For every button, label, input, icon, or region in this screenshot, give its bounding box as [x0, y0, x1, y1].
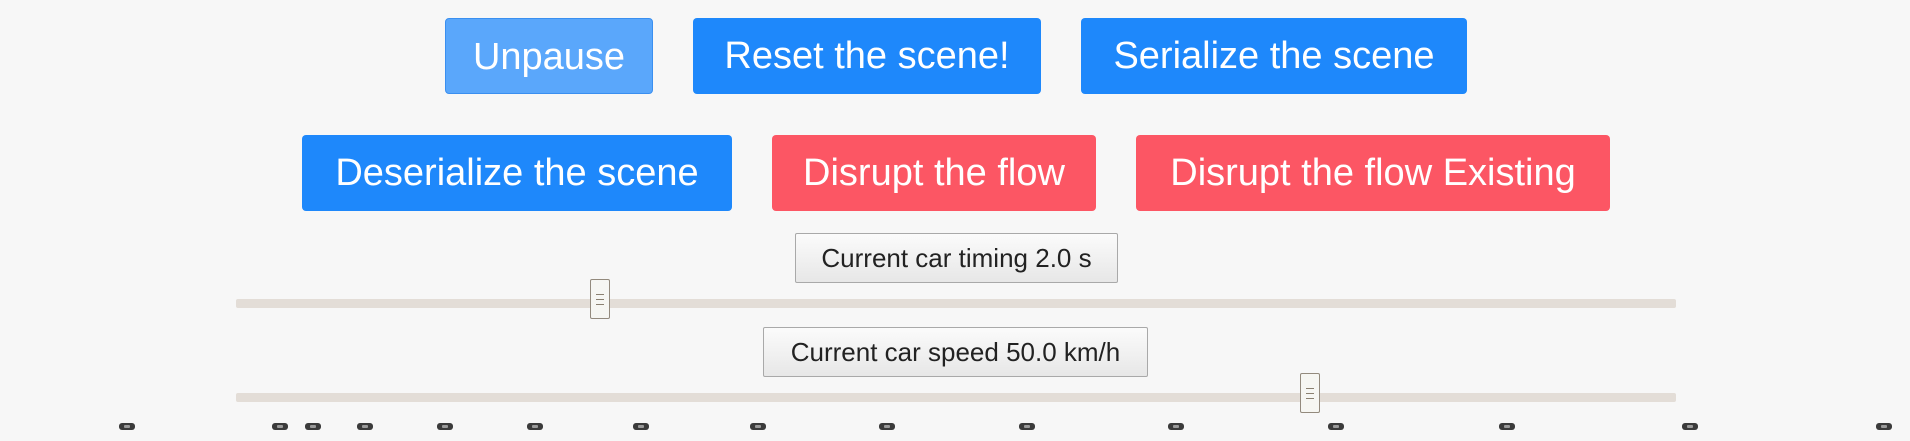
car-speed-label: Current car speed 50.0 km/h — [763, 327, 1148, 377]
car-icon — [750, 423, 766, 430]
car-icon — [357, 423, 373, 430]
car-timing-slider[interactable] — [236, 279, 1676, 319]
car-icon — [1168, 423, 1184, 430]
car-speed-slider-handle[interactable] — [1300, 373, 1321, 413]
car-icon — [272, 423, 288, 430]
disrupt-flow-existing-button[interactable]: Disrupt the flow Existing — [1136, 135, 1610, 211]
road — [0, 420, 1910, 441]
car-icon — [1499, 423, 1515, 430]
disrupt-flow-button[interactable]: Disrupt the flow — [772, 135, 1096, 211]
car-icon — [119, 423, 135, 430]
car-icon — [1876, 423, 1892, 430]
car-icon — [1682, 423, 1698, 430]
unpause-button[interactable]: Unpause — [445, 18, 653, 94]
car-icon — [1328, 423, 1344, 430]
car-icon — [437, 423, 453, 430]
serialize-scene-button[interactable]: Serialize the scene — [1081, 18, 1467, 94]
car-icon — [879, 423, 895, 430]
car-speed-slider[interactable] — [236, 373, 1676, 413]
car-icon — [305, 423, 321, 430]
car-timing-slider-handle[interactable] — [590, 279, 611, 319]
car-timing-label: Current car timing 2.0 s — [795, 233, 1118, 283]
deserialize-scene-button[interactable]: Deserialize the scene — [302, 135, 732, 211]
car-icon — [527, 423, 543, 430]
car-icon — [1019, 423, 1035, 430]
car-icon — [633, 423, 649, 430]
reset-scene-button[interactable]: Reset the scene! — [693, 18, 1041, 94]
